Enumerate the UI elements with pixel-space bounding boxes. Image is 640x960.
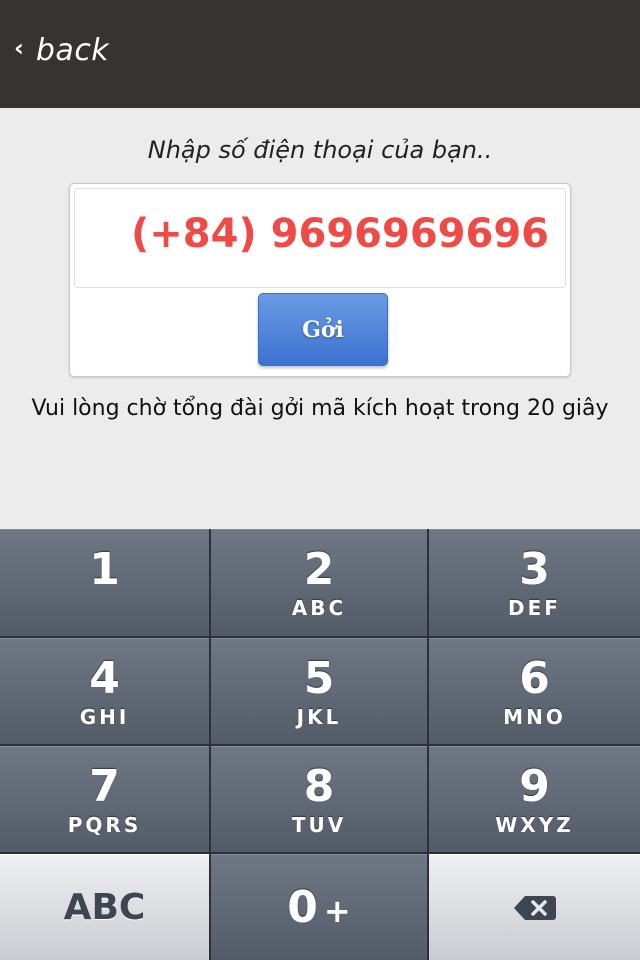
key-0[interactable]: 0 + <box>211 854 427 960</box>
key-5[interactable]: 5 JKL <box>211 638 427 744</box>
key-digit: 6 <box>519 652 550 704</box>
key-digit: 5 <box>303 652 335 704</box>
key-letters: WXYZ <box>495 812 574 837</box>
zero-plus-label: 0 + <box>287 881 351 933</box>
key-1[interactable]: 1 <box>0 529 209 636</box>
plus-symbol: + <box>323 891 351 930</box>
phone-card: (+84) 9696969696 Gởi <box>69 183 571 377</box>
key-2[interactable]: 2 ABC <box>211 529 427 636</box>
send-button[interactable]: Gởi <box>258 293 388 366</box>
back-button[interactable]: ‹ back <box>14 28 109 72</box>
key-digit: 1 <box>89 544 120 595</box>
phone-input[interactable]: (+84) 9696969696 <box>74 188 566 288</box>
key-8[interactable]: 8 TUV <box>211 746 427 852</box>
key-3[interactable]: 3 DEF <box>429 529 640 636</box>
key-digit: 8 <box>303 760 335 812</box>
key-digit: 4 <box>89 652 120 704</box>
key-letters: MNO <box>503 704 566 729</box>
key-digit: 3 <box>519 544 550 595</box>
key-digit: 2 <box>303 544 335 595</box>
chevron-left-icon: ‹ <box>14 34 24 62</box>
key-digit: 9 <box>519 760 550 812</box>
key-letters: ABC <box>291 596 347 620</box>
backspace-key[interactable] <box>429 854 640 960</box>
key-digit: 7 <box>89 760 120 812</box>
send-button-label: Gởi <box>302 316 344 343</box>
key-digit: 0 <box>287 881 318 933</box>
top-nav-bar: ‹ back <box>0 0 640 108</box>
activation-notice: Vui lòng chờ tổng đài gởi mã kích hoạt t… <box>31 396 609 421</box>
phone-value: (+84) 9696969696 <box>131 211 549 257</box>
key-letters: PQRS <box>67 812 142 837</box>
key-letters: GHI <box>79 704 130 729</box>
key-letters: TUV <box>291 812 347 837</box>
key-9[interactable]: 9 WXYZ <box>429 746 640 852</box>
key-7[interactable]: 7 PQRS <box>0 746 209 852</box>
numeric-keypad: 1 2 ABC 3 DEF 4 GHI 5 JKL 6 MNO 7 PQRS 8… <box>0 529 640 960</box>
key-letters: DEF <box>508 596 561 620</box>
abc-mode-key[interactable]: ABC <box>0 854 209 960</box>
backspace-icon <box>513 895 556 920</box>
key-letters: JKL <box>296 704 342 729</box>
phone-prompt: Nhập số điện thoại của bạn.. <box>147 136 493 164</box>
abc-key-label: ABC <box>63 887 146 928</box>
key-4[interactable]: 4 GHI <box>0 638 209 744</box>
key-6[interactable]: 6 MNO <box>429 638 640 744</box>
back-label: back <box>35 32 110 68</box>
